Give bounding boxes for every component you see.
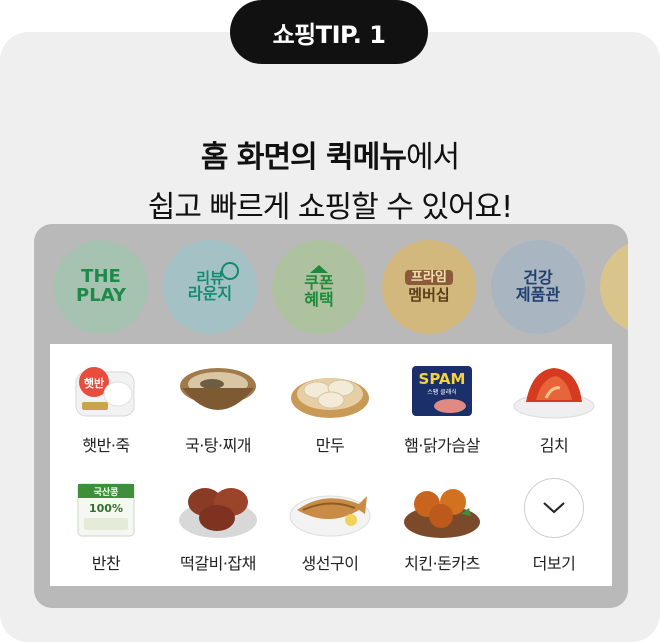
- category-label: 국·탕·찌개: [184, 436, 252, 455]
- category-item-rice[interactable]: 햇반 햇반·죽: [50, 360, 162, 460]
- category-item-chicken[interactable]: 치킨·돈카츠: [386, 478, 498, 578]
- quick-menu-partial[interactable]: [600, 240, 628, 334]
- chevron-down-icon: [543, 502, 565, 514]
- ham-can-icon: SPAM 스팸 클래식: [412, 366, 472, 416]
- headline-bold: 홈 화면의 퀵메뉴: [200, 140, 407, 175]
- smile-icon: [221, 262, 239, 280]
- category-label: 떡갈비·잡채: [180, 554, 256, 573]
- headline-line-1: 홈 화면의 퀵메뉴에서: [0, 132, 660, 176]
- category-label: 만두: [315, 436, 345, 455]
- headline-line-2: 쉽고 빠르게 쇼핑할 수 있어요!: [147, 190, 513, 225]
- headline-rest: 에서: [405, 140, 460, 175]
- dumpling-icon: [291, 378, 369, 418]
- category-label: 더보기: [532, 554, 576, 573]
- more-button[interactable]: [524, 478, 584, 538]
- spam-sub-text: 스팸 클래식: [427, 388, 457, 396]
- quick-menu-label: PLAY: [76, 285, 126, 306]
- category-label: 반찬: [91, 554, 121, 573]
- patty-icon: [179, 488, 257, 538]
- side-dish-icon: 국산콩 100%: [77, 483, 135, 537]
- rice-logo-text: 햇반: [84, 376, 104, 390]
- quick-menu-review-lounge[interactable]: 리뷰 라운지: [163, 240, 257, 334]
- category-item-more[interactable]: 더보기: [498, 478, 610, 578]
- category-label: 햄·닭가슴살: [404, 436, 480, 455]
- category-label: 치킨·돈카츠: [404, 554, 480, 573]
- quick-menu-label: 멤버십: [408, 286, 450, 305]
- fried-chicken-icon: [404, 489, 480, 538]
- category-item-kimchi[interactable]: 김치: [498, 360, 610, 460]
- grilled-fish-icon: [289, 495, 371, 537]
- spam-logo-text: SPAM: [419, 370, 466, 388]
- category-item-side-dish[interactable]: 국산콩 100% 반찬: [50, 478, 162, 578]
- quick-menu-coupon[interactable]: 쿠폰 혜택: [272, 240, 366, 334]
- category-label: 김치: [539, 436, 569, 455]
- tofu-percent: 100%: [89, 502, 123, 515]
- tofu-text: 국산콩: [94, 486, 119, 498]
- roof-icon: [310, 265, 328, 274]
- category-item-ham[interactable]: SPAM 스팸 클래식 햄·닭가슴살: [386, 360, 498, 460]
- category-label: 햇반·죽: [82, 436, 130, 455]
- quick-menu-label: 제품관: [515, 285, 561, 304]
- quick-menu-label: 혜택: [304, 290, 334, 309]
- category-item-fish[interactable]: 생선구이: [274, 478, 386, 578]
- quick-menu-label: 프라임: [405, 269, 453, 286]
- category-item-dumpling[interactable]: 만두: [274, 360, 386, 460]
- quick-menu-label: 라운지: [187, 284, 233, 304]
- category-label: 생선구이: [301, 554, 359, 573]
- kimchi-icon: [513, 368, 595, 419]
- quick-menu-health[interactable]: 건강 제품관: [491, 240, 585, 334]
- quick-menu-prime-membership[interactable]: 프라임 멤버십: [382, 240, 476, 334]
- tip-badge: 쇼핑TIP. 1: [230, 0, 428, 64]
- quick-menu-the-play[interactable]: THE PLAY: [54, 240, 148, 334]
- soup-icon: [180, 368, 256, 410]
- category-item-soup[interactable]: 국·탕·찌개: [162, 360, 274, 460]
- category-panel: 햇반 햇반·죽 국·탕·찌개 만두 SPAM 스팸 클래식 햄·닭가슴살 김치 …: [50, 344, 612, 586]
- category-item-patty[interactable]: 떡갈비·잡채: [162, 478, 274, 578]
- rice-bowl-icon: 햇반: [75, 367, 135, 417]
